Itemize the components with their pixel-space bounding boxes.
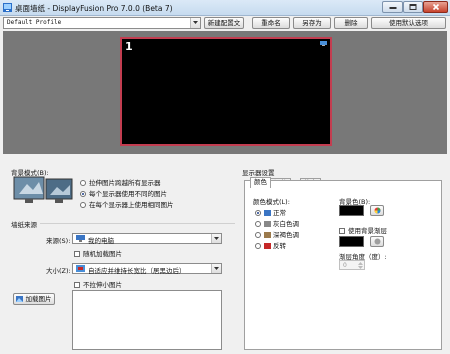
size-value: 自适应并维持长宽比（居黑边后） bbox=[88, 267, 186, 275]
tab-color-label: 颜色 bbox=[254, 178, 267, 186]
color-mode-invert-label: 反转 bbox=[273, 242, 286, 250]
radio-selected-icon bbox=[80, 191, 86, 197]
source-label: 来源(S): bbox=[46, 237, 71, 245]
minimize-icon bbox=[389, 7, 396, 9]
new-config-button[interactable]: 新建配置文 bbox=[204, 17, 244, 29]
use-bg-gradient-checkbox[interactable]: 使用背景渐层 bbox=[339, 225, 387, 235]
chevron-down-icon bbox=[214, 267, 219, 270]
profile-dropdown[interactable]: Default Profile bbox=[3, 17, 201, 29]
radio-icon bbox=[255, 232, 261, 238]
sepia-icon bbox=[264, 232, 271, 238]
dropdown-arrow[interactable] bbox=[211, 234, 221, 243]
profile-value: Default Profile bbox=[7, 19, 62, 26]
color-mode-invert[interactable]: 反转 bbox=[255, 240, 286, 250]
radio-icon bbox=[80, 180, 86, 186]
mode-different-label: 每个显示器使用不同的图片 bbox=[89, 190, 167, 198]
tab-color[interactable]: 颜色 bbox=[250, 177, 271, 188]
color-mode-sepia-label: 深褐色调 bbox=[273, 231, 299, 239]
maximize-icon bbox=[409, 4, 417, 10]
image-icon bbox=[16, 296, 24, 302]
radio-selected-icon bbox=[255, 210, 261, 216]
display-settings-label: 显示器设置 bbox=[242, 169, 275, 177]
color-wheel-icon bbox=[374, 238, 381, 245]
monitor-settings-icon[interactable] bbox=[320, 41, 327, 46]
image-list[interactable] bbox=[72, 290, 222, 350]
radio-icon bbox=[255, 243, 261, 249]
color-picker-button[interactable] bbox=[370, 205, 384, 216]
radio-icon bbox=[255, 221, 261, 227]
delete-button[interactable]: 删除 bbox=[334, 17, 368, 29]
title-bar: 桌面墙纸 - DisplayFusion Pro 7.0.0 (Beta 7) bbox=[0, 0, 450, 16]
gradient-color-button[interactable] bbox=[370, 236, 384, 247]
window-title: 桌面墙纸 - DisplayFusion Pro 7.0.0 (Beta 7) bbox=[15, 4, 173, 13]
mode-same-label: 在每个显示器上使用相同图片 bbox=[89, 201, 174, 209]
checkbox-icon bbox=[74, 282, 80, 288]
spinner-arrows-icon bbox=[358, 262, 363, 269]
source-dropdown[interactable]: 我的电脑 bbox=[72, 233, 222, 245]
minimize-button[interactable] bbox=[382, 1, 403, 13]
close-button[interactable] bbox=[423, 1, 448, 13]
source-value: 我的电脑 bbox=[88, 237, 114, 245]
bg-color-swatch[interactable] bbox=[339, 205, 364, 216]
random-load-checkbox[interactable]: 随机加载图片 bbox=[74, 248, 122, 258]
maximize-button[interactable] bbox=[403, 1, 423, 13]
gradient-angle-value: 0 bbox=[343, 262, 347, 269]
mode-option-different[interactable]: 每个显示器使用不同的图片 bbox=[80, 188, 167, 198]
scale-icon bbox=[76, 265, 85, 272]
color-mode-label: 颜色模式(L): bbox=[253, 198, 290, 206]
grayscale-icon bbox=[264, 221, 271, 227]
load-image-label: 加载图片 bbox=[25, 295, 52, 303]
app-icon bbox=[3, 3, 12, 12]
color-mode-normal[interactable]: 正常 bbox=[255, 207, 286, 217]
rename-button[interactable]: 重命名 bbox=[252, 17, 290, 29]
gradient-angle-spinner[interactable]: 0 bbox=[339, 260, 365, 270]
invert-icon bbox=[264, 243, 271, 249]
use-default-button[interactable]: 使用默认选项 bbox=[371, 17, 446, 29]
dropdown-arrow[interactable] bbox=[190, 18, 200, 28]
size-dropdown[interactable]: 自适应并维持长宽比（居黑边后） bbox=[72, 263, 222, 275]
close-icon bbox=[432, 3, 439, 11]
no-stretch-label: 不拉伸小图片 bbox=[83, 281, 122, 289]
save-as-button[interactable]: 另存为 bbox=[293, 17, 331, 29]
color-mode-sepia[interactable]: 深褐色调 bbox=[255, 229, 299, 239]
wallpaper-source-label: 墙纸来源 bbox=[11, 221, 37, 229]
load-image-button[interactable]: 加载图片 bbox=[13, 293, 55, 305]
color-mode-gray-label: 灰白色调 bbox=[273, 220, 299, 228]
use-bg-gradient-label: 使用背景渐层 bbox=[348, 227, 387, 235]
monitor-number: 1 bbox=[125, 40, 133, 53]
color-mode-normal-label: 正常 bbox=[273, 209, 286, 217]
color-mode-gray[interactable]: 灰白色调 bbox=[255, 218, 299, 228]
no-stretch-checkbox[interactable]: 不拉伸小图片 bbox=[74, 279, 122, 289]
color-wheel-icon bbox=[374, 207, 381, 214]
chevron-down-icon bbox=[193, 21, 198, 24]
monitor-canvas: 1 bbox=[3, 31, 447, 154]
gradient-color-swatch[interactable] bbox=[339, 236, 364, 247]
dropdown-arrow[interactable] bbox=[211, 264, 221, 273]
random-load-label: 随机加载图片 bbox=[83, 250, 122, 258]
divider bbox=[40, 223, 235, 224]
radio-icon bbox=[80, 202, 86, 208]
monitors-preview-icon bbox=[13, 176, 73, 203]
checkbox-icon bbox=[339, 228, 345, 234]
mode-span-label: 拉伸图片跨越所有显示器 bbox=[89, 179, 161, 187]
computer-icon bbox=[76, 235, 85, 242]
normal-icon bbox=[264, 210, 271, 216]
size-label: 大小(Z): bbox=[46, 267, 71, 275]
mode-option-span[interactable]: 拉伸图片跨越所有显示器 bbox=[80, 177, 161, 187]
chevron-down-icon bbox=[214, 237, 219, 240]
mode-option-same[interactable]: 在每个显示器上使用相同图片 bbox=[80, 199, 174, 209]
checkbox-icon bbox=[74, 251, 80, 257]
monitor-1[interactable]: 1 bbox=[120, 37, 332, 146]
